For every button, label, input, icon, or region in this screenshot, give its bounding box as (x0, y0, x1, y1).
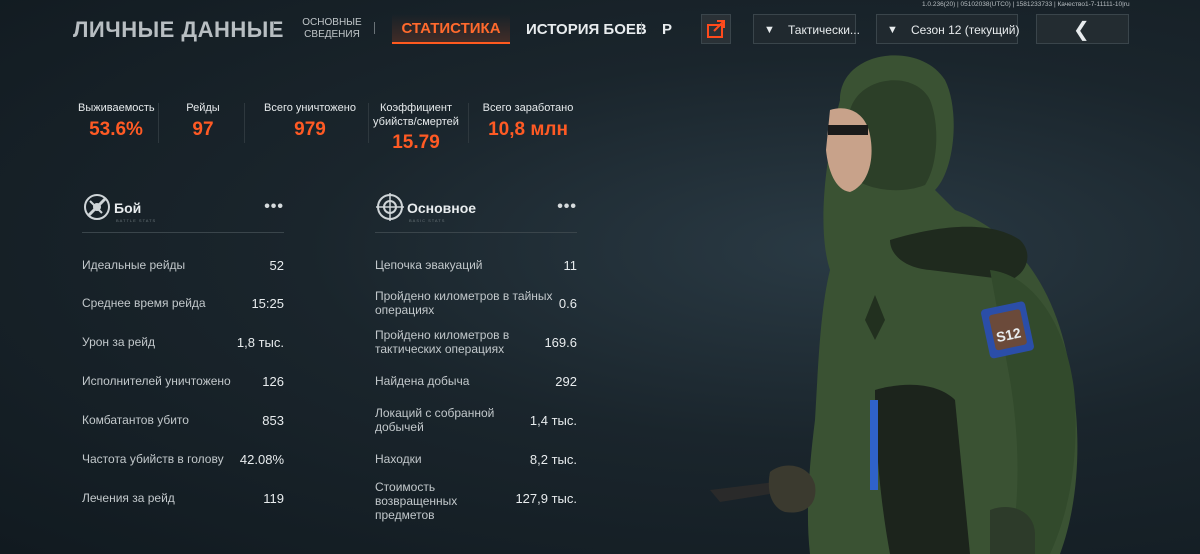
back-arrow-icon: ❮ (1073, 19, 1090, 41)
stat-value: 15:25 (251, 296, 284, 311)
stat-label: Пройдено километров в тактических операц… (375, 328, 510, 356)
summary-label: Коэффициент убийств/смертей (373, 102, 459, 128)
summary-total-earned: Всего заработано 10,8 млн (478, 101, 578, 141)
stat-label: Находки (375, 452, 422, 466)
crosshair-emblem-icon (376, 193, 404, 221)
summary-total-kills: Всего уничтожено 979 (260, 101, 360, 141)
stat-label: Частота убийств в голову (82, 452, 224, 466)
version-info: 1.0.236(20) | 05102038(UTC0) | 158123373… (922, 1, 1130, 8)
stat-value: 127,9 тыс. (515, 491, 577, 506)
summary-value: 53.6% (89, 119, 143, 140)
stat-value: 119 (263, 491, 284, 506)
summary-value: 10,8 млн (488, 119, 568, 140)
more-options-button[interactable]: ••• (264, 198, 284, 216)
summary-kd-ratio: Коэффициент убийств/смертей 15.79 (372, 101, 460, 154)
stat-label: Идеальные рейды (82, 258, 186, 272)
stat-value: 8,2 тыс. (529, 452, 577, 467)
summary-value: 97 (192, 119, 214, 140)
basic-section-header: Основное BASIC STATS ••• (375, 192, 577, 233)
stat-label: Исполнителей уничтожено (82, 374, 231, 388)
stat-label: Стоимость возвращенных предметов (375, 480, 458, 522)
divider (158, 103, 159, 143)
summary-survival: Выживаемость 53.6% (78, 101, 155, 141)
summary-label: Рейды (186, 102, 220, 114)
stat-label: Урон за рейд (82, 335, 155, 349)
section-subtitle: BASIC STATS (409, 218, 446, 223)
stat-value: 11 (563, 258, 578, 273)
more-options-button[interactable]: ••• (557, 198, 577, 216)
character-model: S12 (710, 55, 1078, 554)
stat-value: 0.6 (558, 296, 577, 311)
combat-emblem-icon (84, 194, 110, 220)
summary-label: Всего уничтожено (264, 102, 356, 114)
tab-more[interactable]: Р (662, 21, 672, 38)
divider (368, 103, 369, 143)
tab-basic-info[interactable]: ОСНОВНЫЕ СВЕДЕНИЯ (300, 17, 364, 41)
stat-value: 1,4 тыс. (529, 413, 577, 428)
summary-label: Выживаемость (78, 102, 155, 114)
section-title: Бой (114, 200, 142, 216)
stat-value: 42.08% (239, 452, 284, 467)
divider (244, 103, 245, 143)
stat-value: 292 (555, 374, 577, 389)
divider (374, 22, 375, 34)
summary-label: Всего заработано (482, 102, 574, 114)
summary-value: 15.79 (392, 132, 440, 153)
stat-label: Пройдено километров в тайных операциях (375, 289, 553, 317)
stat-label: Лечения за рейд (82, 491, 175, 505)
combat-section-header: Бой BATTLE STATS ••• (82, 192, 284, 233)
stat-label: Комбатантов убито (82, 413, 189, 427)
stat-label: Локаций с собранной добычей (375, 406, 495, 434)
stat-value: 52 (269, 258, 284, 273)
summary-value: 979 (294, 119, 326, 140)
divider (468, 103, 469, 143)
stat-value: 169.6 (544, 335, 577, 350)
stat-label: Цепочка эвакуаций (375, 258, 483, 272)
divider (641, 22, 642, 34)
tab-battle-history[interactable]: ИСТОРИЯ БОЕВ (526, 21, 647, 38)
summary-raids: Рейды 97 (178, 101, 228, 141)
divider (273, 22, 274, 34)
stat-value: 853 (262, 413, 284, 428)
page-title: ЛИЧНЫЕ ДАННЫЕ (73, 17, 284, 42)
stat-label: Среднее время рейда (82, 296, 206, 310)
stat-label: Найдена добыча (375, 374, 470, 388)
tab-statistics[interactable]: СТАТИСТИКА (392, 14, 510, 44)
stat-value: 126 (262, 374, 284, 389)
section-subtitle: BATTLE STATS (116, 218, 157, 223)
share-icon (707, 20, 725, 38)
stat-value: 1,8 тыс. (236, 335, 284, 350)
section-title: Основное (407, 200, 477, 216)
